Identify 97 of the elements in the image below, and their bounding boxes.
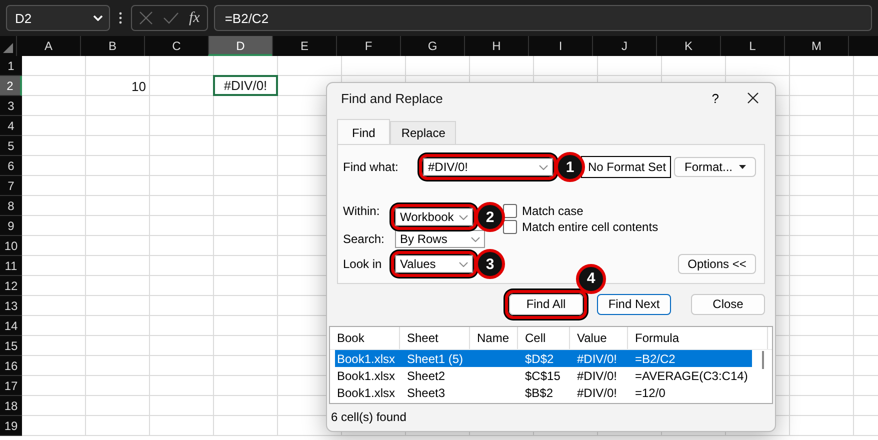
status-text: 6 cell(s) found [330, 409, 408, 426]
result-row[interactable]: Book1.xlsx Sheet3 $B$2 #DIV/0! =12/0 [335, 384, 752, 401]
row-header[interactable]: 8 [0, 196, 22, 216]
checkbox[interactable] [503, 220, 517, 234]
tab[interactable]: Replace [390, 121, 456, 144]
cell-value: 10 [130, 78, 147, 94]
row-header[interactable]: 13 [0, 296, 22, 316]
row-header[interactable]: 11 [0, 256, 22, 276]
scrollbar-thumb[interactable] [762, 351, 764, 369]
row-header[interactable]: 17 [0, 376, 22, 396]
column-header: Name [470, 327, 518, 349]
row-header[interactable]: 2 [0, 76, 22, 96]
table-cell: $D$2 [525, 352, 554, 366]
chevron-icon [471, 236, 480, 242]
table-cell: =B2/C2 [635, 352, 676, 366]
tab[interactable]: Find [337, 119, 390, 145]
column-header: Cell [518, 327, 570, 349]
column-header[interactable]: F [336, 36, 400, 56]
table-cell: =12/0 [635, 386, 666, 400]
table-cell: #DIV/0! [577, 368, 618, 382]
column-header[interactable]: L [720, 36, 784, 56]
row-header[interactable]: 4 [0, 116, 22, 136]
column-header: Book [330, 327, 400, 349]
checkbox[interactable] [503, 204, 517, 218]
row-header[interactable]: 3 [0, 96, 22, 116]
row-header[interactable]: 9 [0, 216, 22, 236]
close-icon[interactable] [747, 92, 759, 104]
column-header: Value [570, 327, 628, 349]
field-label: Search: [343, 232, 386, 246]
help-button[interactable]: ? [712, 90, 719, 106]
row-header[interactable]: 12 [0, 276, 22, 296]
checkbox-label: Match entire cell contents [522, 220, 658, 234]
table-cell: $C$15 [525, 368, 560, 382]
row-header[interactable]: 14 [0, 316, 22, 336]
column-header: Formula [628, 327, 768, 349]
cancel-icon[interactable] [139, 11, 153, 25]
table-cell: #DIV/0! [577, 386, 618, 400]
column-header[interactable]: M [784, 36, 848, 56]
row-header[interactable]: 7 [0, 176, 22, 196]
options-button[interactable]: Options << [678, 254, 756, 274]
action-button[interactable]: Find Next [597, 294, 671, 314]
table-cell: $B$2 [525, 386, 554, 400]
table-cell: Sheet3 [407, 386, 446, 400]
row-header[interactable]: 16 [0, 356, 22, 376]
column-header[interactable]: D [208, 36, 272, 56]
row-header[interactable]: 18 [0, 396, 22, 416]
within-dropdown[interactable]: Workbook [395, 208, 473, 226]
column-header[interactable]: J [592, 36, 656, 56]
row-header[interactable]: 5 [0, 136, 22, 156]
column-header: Sheet [400, 327, 470, 349]
column-header[interactable]: I [528, 36, 592, 56]
field-label: Find what: [343, 160, 400, 174]
result-row[interactable]: Book1.xlsx Sheet2 $C$15 #DIV/0! =AVERAGE(C3:C14) [335, 367, 752, 384]
column-header[interactable]: E [272, 36, 336, 56]
row-header[interactable]: 10 [0, 236, 22, 256]
caret-icon [738, 165, 746, 169]
cell-value: #DIV/0! [213, 75, 278, 96]
step-badge: 3 [475, 249, 505, 279]
row-header[interactable]: 6 [0, 156, 22, 176]
table-cell: Sheet1 (5) [407, 352, 464, 366]
more-icon [119, 12, 122, 24]
table-cell: #DIV/0! [577, 352, 618, 366]
chevron-icon [539, 164, 548, 170]
format-preview: No Format Set [581, 156, 672, 178]
row-header[interactable]: 1 [0, 56, 22, 76]
step-badge: 2 [475, 202, 505, 232]
format-button[interactable]: Format... [674, 157, 756, 177]
result-row[interactable]: Book1.xlsx Sheet1 (5) $D$2 #DIV/0! =B2/C2 [335, 350, 752, 367]
look-in-dropdown[interactable]: Values [395, 255, 473, 273]
dialog-title: Find and Replace [341, 90, 444, 106]
search-dropdown[interactable]: By Rows [395, 230, 485, 248]
table-cell: Book1.xlsx [337, 368, 396, 382]
chevron-icon [459, 262, 468, 266]
table-cell: Sheet2 [407, 368, 446, 382]
action-button[interactable]: Find All [509, 294, 583, 314]
column-header[interactable]: G [400, 36, 464, 56]
field-label: Within: [343, 204, 381, 218]
name-box[interactable]: D2 [6, 5, 110, 31]
field-label: Look in [343, 257, 383, 271]
column-header[interactable]: K [656, 36, 720, 56]
row-header[interactable]: 19 [0, 416, 22, 436]
step-badge: 1 [555, 152, 585, 182]
chevron-icon [459, 214, 468, 220]
formula-field[interactable]: =B2/C2 [214, 5, 872, 31]
check-icon[interactable] [163, 12, 179, 24]
find-what-field[interactable]: #DIV/0! [423, 158, 553, 176]
chevron-icon [93, 15, 103, 21]
table-cell: Book1.xlsx [337, 386, 396, 400]
select-all-icon[interactable] [3, 43, 13, 53]
column-header[interactable]: B [80, 36, 144, 56]
row-header[interactable]: 15 [0, 336, 22, 356]
checkbox-label: Match case [522, 204, 584, 218]
table-cell: =AVERAGE(C3:C14) [635, 368, 748, 382]
insert-function-button[interactable]: fx [189, 10, 200, 26]
table-cell: Book1.xlsx [337, 352, 396, 366]
column-header[interactable]: H [464, 36, 528, 56]
action-button[interactable]: Close [691, 294, 765, 314]
